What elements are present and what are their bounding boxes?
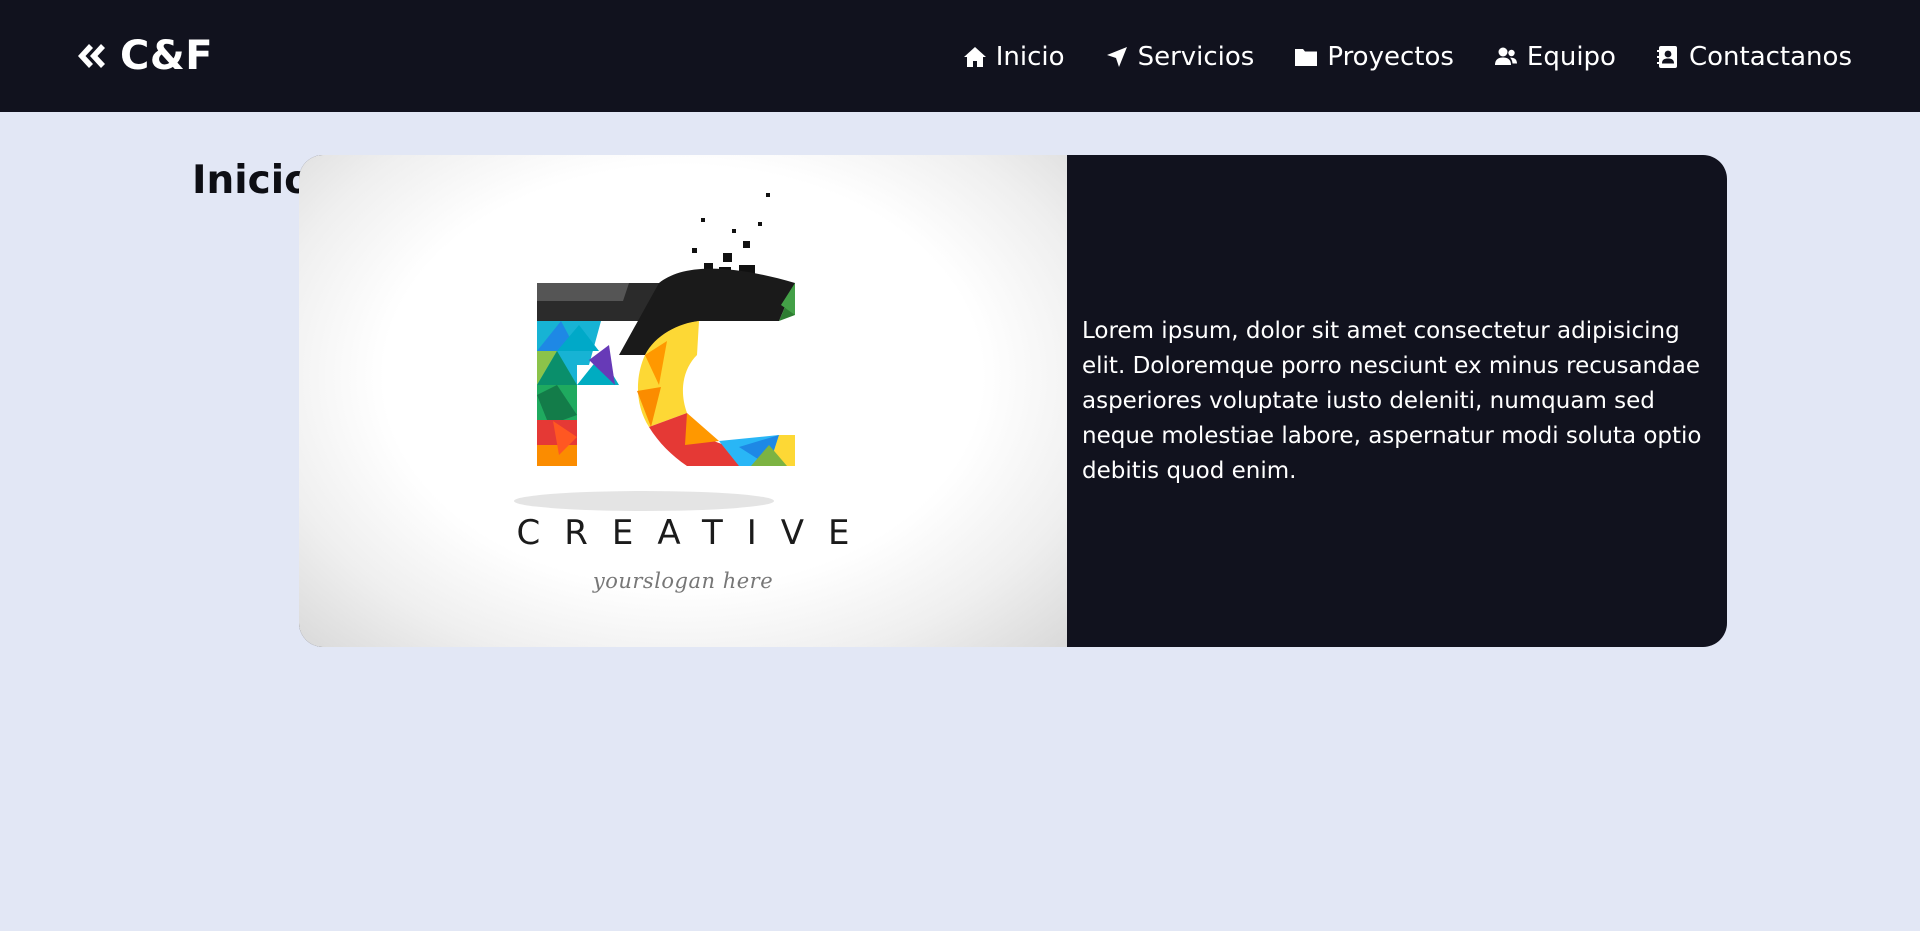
folder-icon [1295, 49, 1318, 66]
nav-item-equipo[interactable]: Equipo [1494, 42, 1616, 72]
hero-paragraph: Lorem ipsum, dolor sit amet consectetur … [1082, 317, 1702, 484]
nav-label: Equipo [1526, 42, 1616, 72]
main-nav: Inicio Servicios Proyectos Equipo Contac… [963, 37, 1852, 77]
hero-description: Lorem ipsum, dolor sit amet consectetur … [1067, 155, 1727, 647]
home-icon [963, 47, 986, 67]
nav-item-servicios[interactable]: Servicios [1105, 42, 1255, 72]
brand-logo-link[interactable]: C&F [74, 33, 213, 79]
users-icon [1494, 47, 1517, 65]
nav-label: Contactanos [1688, 42, 1852, 72]
nav-label: Inicio [995, 42, 1065, 72]
hero-card: CREATIVE yourslogan here Lorem ipsum, do… [299, 155, 1727, 647]
top-navbar: C&F Inicio Servicios Proyectos Equipo Co… [0, 0, 1920, 112]
logo-slogan: yourslogan here [592, 569, 774, 593]
address-book-icon [1656, 46, 1677, 68]
location-arrow-icon [1106, 47, 1127, 67]
page-title: Inicio [192, 158, 311, 203]
nav-label: Servicios [1137, 42, 1255, 72]
nav-item-contactanos[interactable]: Contactanos [1656, 42, 1852, 72]
nav-item-inicio[interactable]: Inicio [963, 42, 1065, 72]
double-chevron-left-icon [78, 44, 105, 68]
nav-label: Proyectos [1327, 42, 1454, 72]
logo-wordmark: CREATIVE [516, 513, 874, 553]
hero-image: CREATIVE yourslogan here [299, 155, 1067, 647]
nav-item-proyectos[interactable]: Proyectos [1294, 42, 1454, 72]
brand-name: C&F [120, 33, 214, 79]
